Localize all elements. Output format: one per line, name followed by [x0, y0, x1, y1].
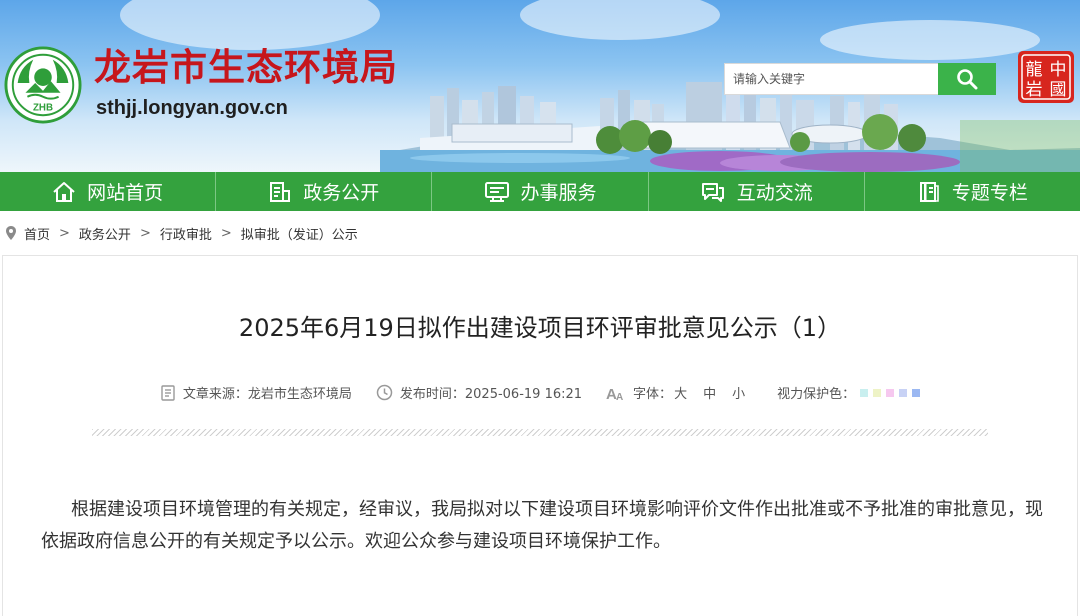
meta-publish-time-text: 发布时间：2025-06-19 16:21 — [399, 387, 583, 402]
font-size-medium-button[interactable]: 中 — [703, 383, 716, 402]
meta-source-text: 文章来源：龙岩市生态环境局 — [182, 387, 352, 402]
svg-text:龍: 龍 — [1026, 60, 1043, 80]
meta-font-size: A A 字体： 大 中 小 — [606, 383, 745, 403]
eye-care-color-swatch[interactable] — [873, 388, 882, 397]
eye-care-color-swatch[interactable] — [899, 388, 908, 397]
book-icon — [919, 181, 939, 202]
breadcrumb-approval-notice[interactable]: 拟审批（发证）公示 — [241, 224, 358, 243]
article-meta: 文章来源：龙岩市生态环境局 发布时间：2025-06-19 16:21 A A … — [3, 383, 1077, 402]
environment-bureau-logo: ZHB — [4, 46, 82, 124]
font-size-large-button[interactable]: 大 — [674, 383, 687, 402]
nav-item-interaction[interactable]: 互动交流 — [649, 172, 865, 211]
site-name: 龙岩市生态环境局 — [94, 48, 398, 89]
article-title: 2025年6月19日拟作出建设项目环评审批意见公示（1） — [238, 314, 842, 342]
svg-text:中: 中 — [1050, 60, 1067, 80]
eye-care-label: 视力保护色： — [777, 387, 856, 402]
search-button[interactable] — [938, 63, 996, 95]
breadcrumb: 首页 > 政务公开 > 行政审批 > 拟审批（发证）公示 — [0, 211, 1080, 255]
location-pin-icon — [6, 226, 16, 240]
logo-text: ZHB — [33, 102, 53, 113]
svg-text:國: 國 — [1050, 80, 1067, 100]
breadcrumb-administrative-approval[interactable]: 行政审批 — [160, 224, 212, 243]
home-icon — [53, 181, 75, 202]
main-nav: 网站首页 政务公开 办事服务 互动交流 专题专栏 — [0, 172, 1080, 211]
nav-item-label: 办事服务 — [520, 182, 597, 204]
nav-item-label: 互动交流 — [736, 182, 813, 204]
article-divider — [92, 429, 988, 436]
nav-item-label: 网站首页 — [87, 182, 164, 204]
article-body: 根据建设项目环境管理的有关规定，经审议，我局拟对以下建设项目环境影响评价文件作出… — [41, 499, 1043, 552]
font-size-label: 字体： — [633, 387, 673, 402]
site-header: ZHB 龙岩市生态环境局 sthjj.longyan.gov.cn 龍 中 岩 … — [0, 0, 1080, 172]
eye-care-color-swatch[interactable] — [886, 388, 895, 397]
document-list-icon — [270, 181, 291, 202]
clock-icon — [376, 384, 393, 401]
article-panel: 2025年6月19日拟作出建设项目环评审批意见公示（1） 文章来源：龙岩市生态环… — [2, 255, 1078, 616]
meta-publish-time: 发布时间：2025-06-19 16:21 — [376, 383, 582, 402]
chat-icon — [701, 182, 724, 202]
search-bar — [724, 63, 996, 95]
service-window-icon — [484, 181, 509, 202]
font-size-small-button[interactable]: 小 — [732, 383, 745, 402]
meta-source: 文章来源：龙岩市生态环境局 — [160, 383, 352, 402]
eye-care-color-swatch[interactable] — [912, 388, 921, 397]
svg-text:岩: 岩 — [1026, 80, 1043, 100]
nav-item-home[interactable]: 网站首页 — [0, 172, 217, 211]
site-url: sthjj.longyan.gov.cn — [96, 97, 288, 119]
nav-item-government-affairs[interactable]: 政务公开 — [216, 172, 433, 211]
breadcrumb-separator: > — [139, 225, 151, 241]
document-icon — [161, 384, 175, 401]
search-icon — [957, 69, 978, 90]
nav-item-special-topics[interactable]: 专题专栏 — [865, 172, 1080, 211]
breadcrumb-separator: > — [59, 225, 70, 241]
breadcrumb-home[interactable]: 首页 — [24, 224, 50, 243]
font-size-icon: A A — [606, 386, 623, 401]
nav-item-label: 专题专栏 — [951, 182, 1028, 204]
breadcrumb-government-affairs[interactable]: 政务公开 — [79, 224, 131, 243]
svg-text:A: A — [616, 392, 623, 401]
nav-item-services[interactable]: 办事服务 — [432, 172, 649, 211]
meta-eye-care: 视力保护色： — [777, 383, 921, 402]
breadcrumb-separator: > — [220, 225, 232, 241]
eye-care-color-swatch[interactable] — [860, 388, 869, 397]
search-input[interactable] — [724, 63, 938, 95]
nav-item-label: 政务公开 — [303, 182, 380, 204]
china-longyan-seal-icon: 龍 中 岩 國 — [1018, 51, 1074, 103]
